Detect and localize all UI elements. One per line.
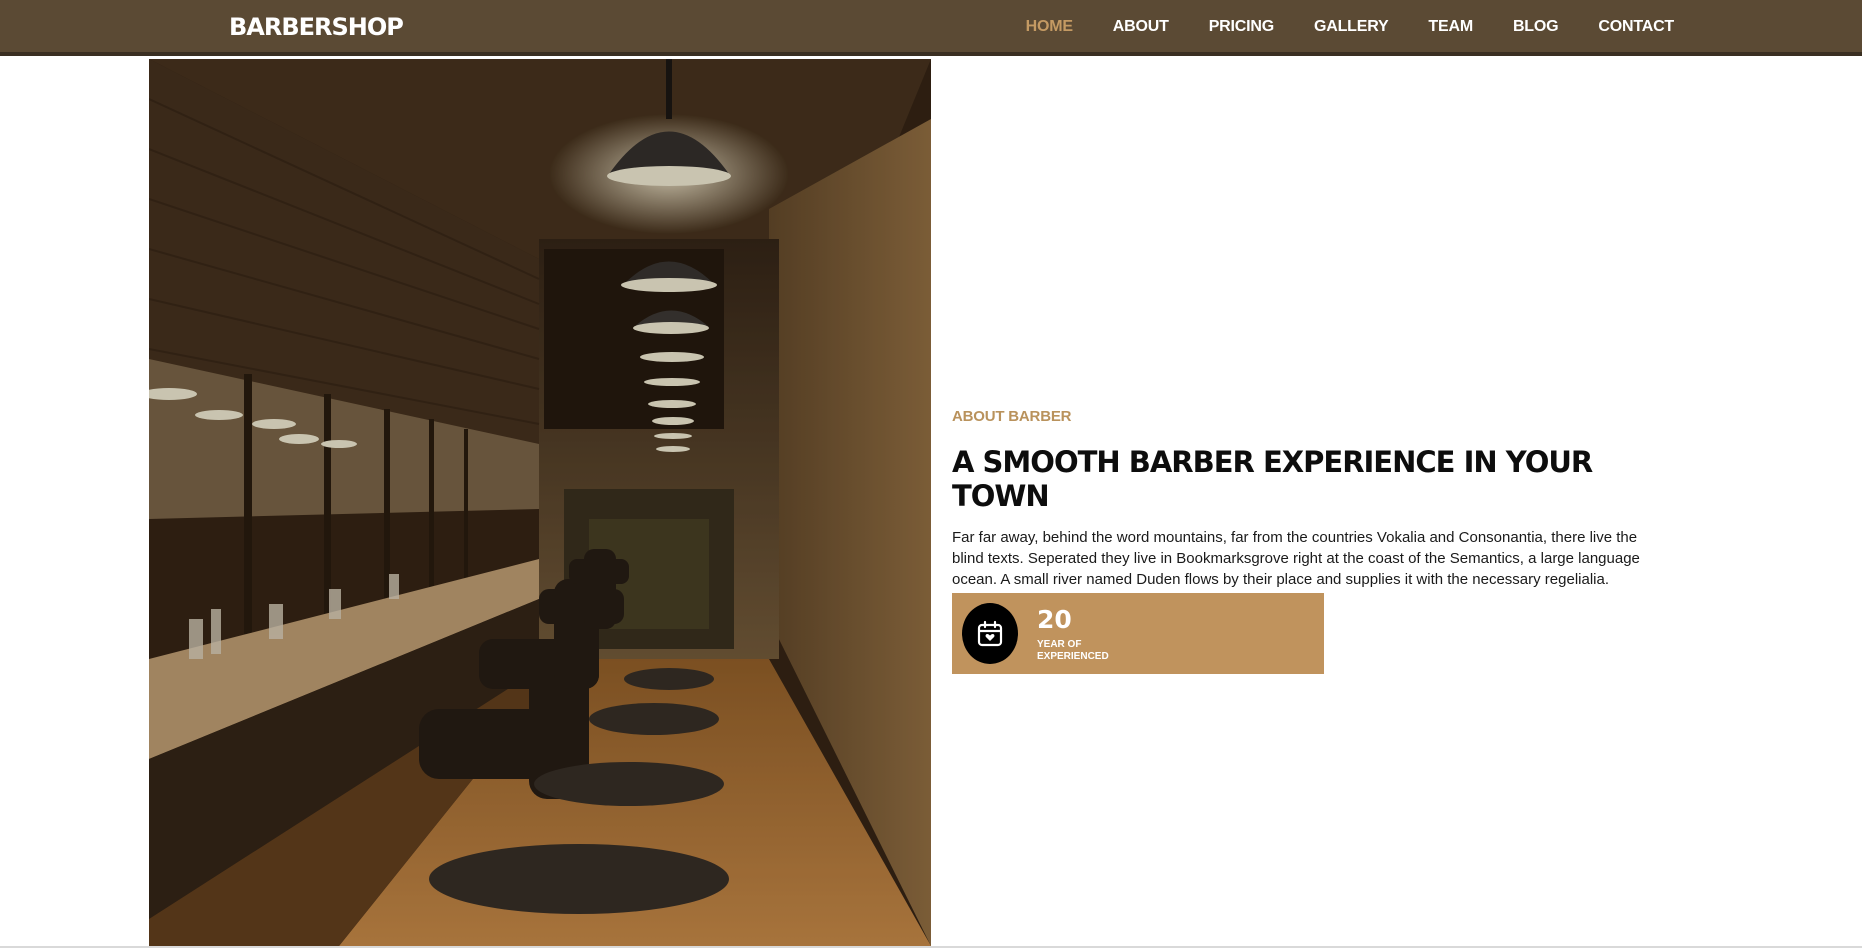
brand-logo[interactable]: BARBERSHOP bbox=[229, 13, 404, 41]
nav-item-home: HOME bbox=[1006, 18, 1093, 36]
nav-item-gallery: GALLERY bbox=[1294, 18, 1408, 36]
nav-link-pricing[interactable]: PRICING bbox=[1189, 18, 1294, 36]
nav-item-about: ABOUT bbox=[1093, 18, 1189, 36]
calendar-heart-icon bbox=[977, 620, 1003, 646]
experience-stat-box: 20 YEAR OF EXPERIENCED bbox=[952, 593, 1324, 674]
stat-number: 20 bbox=[1037, 605, 1072, 634]
nav-item-blog: BLOG bbox=[1493, 18, 1578, 36]
nav-link-blog[interactable]: BLOG bbox=[1493, 18, 1578, 36]
nav-item-pricing: PRICING bbox=[1189, 18, 1294, 36]
nav-item-team: TEAM bbox=[1408, 18, 1493, 36]
nav-link-team[interactable]: TEAM bbox=[1408, 18, 1493, 36]
main-nav: HOME ABOUT PRICING GALLERY TEAM BLOG CON… bbox=[1006, 18, 1694, 36]
navbar: BARBERSHOP HOME ABOUT PRICING GALLERY TE… bbox=[0, 0, 1862, 56]
stat-icon-circle bbox=[962, 603, 1018, 664]
stat-label-line2: EXPERIENCED bbox=[1037, 651, 1109, 662]
nav-link-home[interactable]: HOME bbox=[1006, 18, 1093, 36]
stat-label-line1: YEAR OF bbox=[1037, 639, 1082, 650]
about-description: Far far away, behind the word mountains,… bbox=[952, 529, 1640, 588]
stat-label: YEAR OF EXPERIENCED bbox=[1037, 639, 1117, 663]
nav-link-about[interactable]: ABOUT bbox=[1093, 18, 1189, 36]
barbershop-photo-illustration bbox=[149, 59, 931, 946]
nav-link-gallery[interactable]: GALLERY bbox=[1294, 18, 1408, 36]
about-section: ABOUT BARBER A SMOOTH BARBER EXPERIENCE … bbox=[952, 408, 1652, 590]
barbershop-interior-image bbox=[149, 59, 931, 946]
nav-link-contact[interactable]: CONTACT bbox=[1578, 18, 1694, 36]
about-headline: A SMOOTH BARBER EXPERIENCE IN YOUR TOWN bbox=[952, 445, 1593, 513]
nav-item-contact: CONTACT bbox=[1578, 18, 1694, 36]
about-subheading: ABOUT BARBER bbox=[952, 408, 1072, 425]
